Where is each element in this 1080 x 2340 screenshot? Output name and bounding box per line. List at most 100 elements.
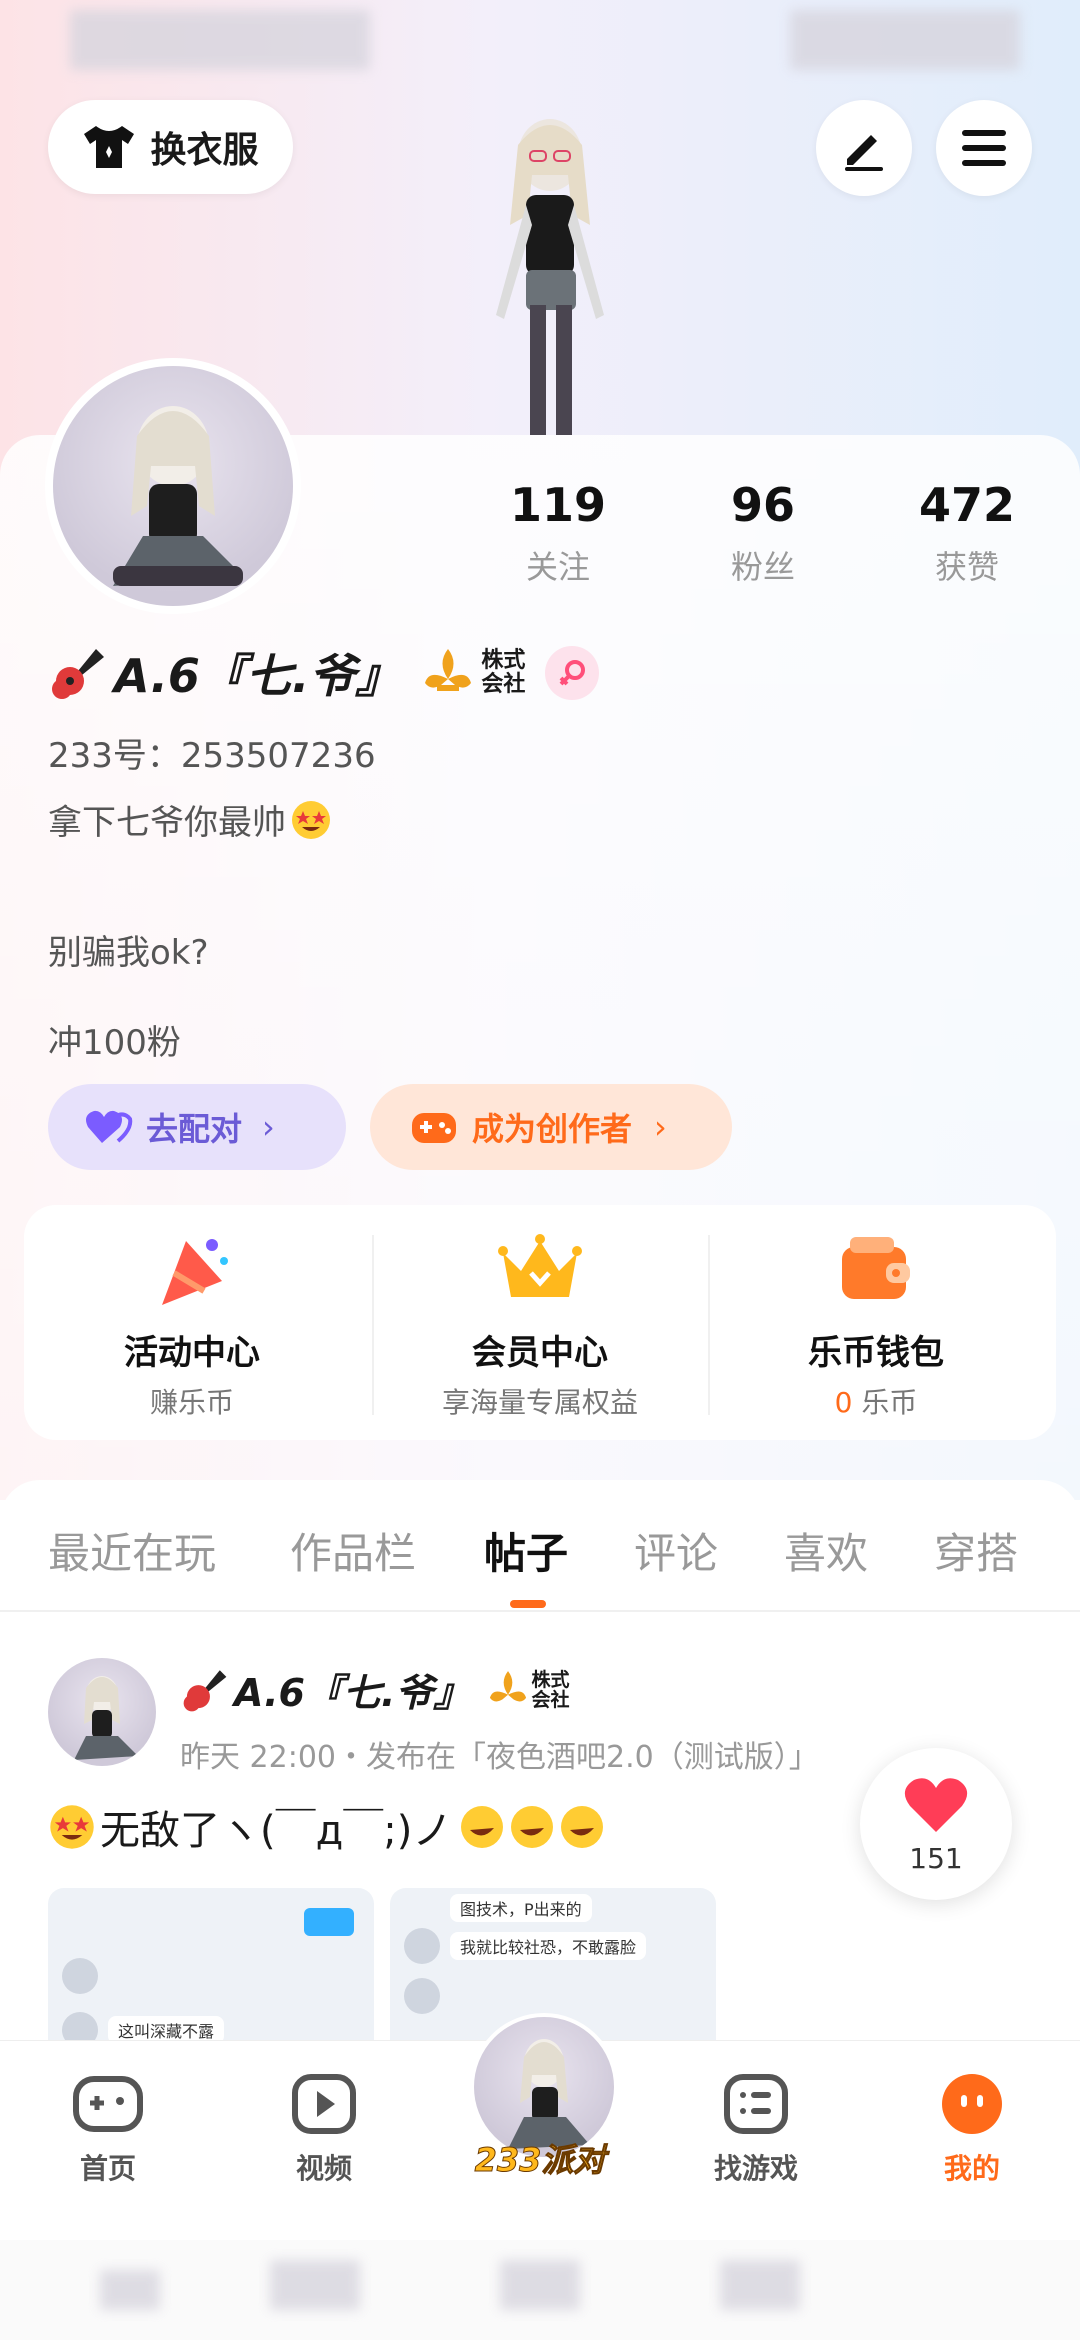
shirt-icon: [84, 126, 135, 168]
crown-icon: [498, 1234, 582, 1297]
activity-center[interactable]: 活动中心 赚乐币: [24, 1205, 360, 1440]
tab-outfits[interactable]: 穿搭: [934, 1520, 1018, 1581]
likes-label: 获赞: [934, 548, 999, 586]
list-icon: [724, 2074, 788, 2134]
play-icon: [292, 2074, 356, 2134]
nav-party[interactable]: 233派对: [462, 2013, 618, 2181]
menu-button[interactable]: [936, 100, 1032, 196]
nav-home-label: 首页: [79, 2152, 136, 2185]
member-center-title: 会员中心: [472, 1333, 608, 1373]
fleur-de-lis-badge-icon: [425, 649, 472, 691]
nav-party-label: 233派对: [474, 2141, 606, 2180]
blurred-area: [720, 2260, 800, 2310]
followers-count: 96: [730, 478, 795, 532]
chat-text: 我就比较社恐，不敢露脸: [450, 1932, 647, 1960]
match-button[interactable]: 去配对 ›: [48, 1084, 346, 1170]
profile-name: A.6『七.爷』: [114, 649, 402, 703]
post-content-row[interactable]: 无敌了ヽ(￣д￣;)ノ: [48, 1798, 608, 1856]
post-author-avatar[interactable]: [48, 1658, 156, 1766]
gender-badge: [545, 646, 600, 700]
system-bottom-area: [0, 2240, 1080, 2340]
profile-avatar[interactable]: [45, 358, 301, 614]
nav-find-games-label: 找游戏: [713, 2152, 798, 2185]
likes-count: 472: [918, 478, 1016, 532]
nav-mine-label: 我的: [943, 2152, 1000, 2185]
match-label: 去配对: [146, 1110, 243, 1148]
likes-stat[interactable]: 472 获赞: [892, 478, 1042, 588]
post-image-1[interactable]: 这叫深藏不露: [48, 1888, 374, 2058]
blurred-area: [500, 2260, 580, 2310]
post-content: 无敌了ヽ(￣д￣;)ノ: [100, 1808, 453, 1854]
nav-mine[interactable]: 我的: [902, 2073, 1042, 2187]
user-id: 233号：253507236: [48, 736, 376, 776]
following-stat[interactable]: 119 关注: [483, 478, 633, 588]
nav-video-label: 视频: [295, 2152, 352, 2185]
heart-icon: [904, 1778, 968, 1832]
post-meta: 昨天 22:00・发布在「夜色酒吧2.0（测试版）」: [180, 1740, 819, 1775]
chat-bubble: [304, 1908, 354, 1936]
member-center-sub: 享海量专属权益: [441, 1386, 638, 1419]
guitar-icon: [183, 1669, 227, 1711]
edit-icon: [845, 135, 883, 171]
profile-face-icon: [942, 2074, 1002, 2134]
change-clothes-label: 换衣服: [150, 130, 259, 171]
tab-active-indicator: [510, 1600, 546, 1608]
avatar-image: [74, 1676, 138, 1760]
badge-text: 株式会社: [531, 1668, 570, 1711]
bio-text-1: 拿下七爷你最帅: [48, 803, 286, 843]
blurred-status-area-right: [790, 10, 1020, 70]
tab-comments[interactable]: 评论: [634, 1520, 718, 1581]
nav-find-games[interactable]: 找游戏: [686, 2073, 826, 2187]
bio-line-2: 别骗我ok?: [48, 933, 209, 973]
change-clothes-button[interactable]: 换衣服: [48, 100, 293, 194]
services-card: 活动中心 赚乐币 会员中心 享海量专属权益 乐币钱包 0 乐币: [24, 1205, 1056, 1440]
fleur-de-lis-badge-icon: [490, 1670, 527, 1701]
heart-icon: [86, 1110, 133, 1143]
followers-label: 粉丝: [730, 548, 795, 586]
like-count: 151: [909, 1842, 963, 1875]
tab-posts[interactable]: 帖子: [484, 1520, 568, 1581]
rofl-emoji-icons: [461, 1806, 604, 1848]
tab-recently-played[interactable]: 最近在玩: [48, 1520, 216, 1581]
activity-center-title: 活动中心: [124, 1333, 260, 1373]
profile-name-row: A.6『七.爷』 株式会社: [48, 640, 600, 706]
gamepad-icon: [412, 1113, 456, 1143]
star-eyes-emoji-icon: [292, 800, 330, 839]
following-count: 119: [509, 478, 607, 532]
followers-stat[interactable]: 96 粉丝: [688, 478, 838, 588]
gamepad-icon: [73, 2076, 143, 2132]
chevron-right-icon: ›: [654, 1108, 667, 1146]
chat-avatar: [62, 1958, 98, 1994]
coin-balance: 0: [834, 1386, 853, 1419]
wallet-icon: [842, 1237, 910, 1299]
become-creator-label: 成为创作者: [472, 1110, 633, 1148]
badge-text: 株式会社: [481, 648, 526, 697]
chat-avatar: [404, 1928, 440, 1964]
nav-video[interactable]: 视频: [254, 2073, 394, 2187]
following-label: 关注: [525, 548, 590, 586]
coin-wallet[interactable]: 乐币钱包 0 乐币: [708, 1205, 1044, 1440]
tab-likes[interactable]: 喜欢: [784, 1520, 868, 1581]
blurred-area: [270, 2260, 360, 2310]
coin-wallet-title: 乐币钱包: [808, 1333, 944, 1373]
nav-home[interactable]: 首页: [38, 2073, 178, 2187]
post-list: A.6『七.爷』 株式会社 昨天 22:00・发布在「夜色酒吧2.0（测试版）」…: [0, 1612, 1080, 2058]
star-eyes-emoji-icon: [50, 1805, 94, 1849]
avatar-image: [113, 406, 243, 586]
avatar-3d-figure[interactable]: [460, 115, 640, 435]
become-creator-button[interactable]: 成为创作者 ›: [370, 1084, 732, 1170]
tab-works[interactable]: 作品栏: [290, 1520, 416, 1581]
female-icon: [560, 660, 586, 686]
chat-avatar: [404, 1978, 440, 2014]
blurred-area: [100, 2270, 160, 2310]
like-button[interactable]: 151: [860, 1748, 1012, 1900]
member-center[interactable]: 会员中心 享海量专属权益: [372, 1205, 708, 1440]
post-author-name[interactable]: A.6『七.爷』: [234, 1662, 471, 1717]
chevron-right-icon: ›: [262, 1108, 275, 1146]
party-popper-icon: [162, 1239, 228, 1305]
edit-button[interactable]: [816, 100, 912, 196]
bottom-navigation: 首页 视频 233派对 找游戏 我的: [0, 2013, 1080, 2241]
coin-wallet-sub: 0 乐币: [708, 1381, 1044, 1421]
menu-icon: [962, 130, 1006, 166]
activity-center-sub: 赚乐币: [149, 1386, 234, 1419]
